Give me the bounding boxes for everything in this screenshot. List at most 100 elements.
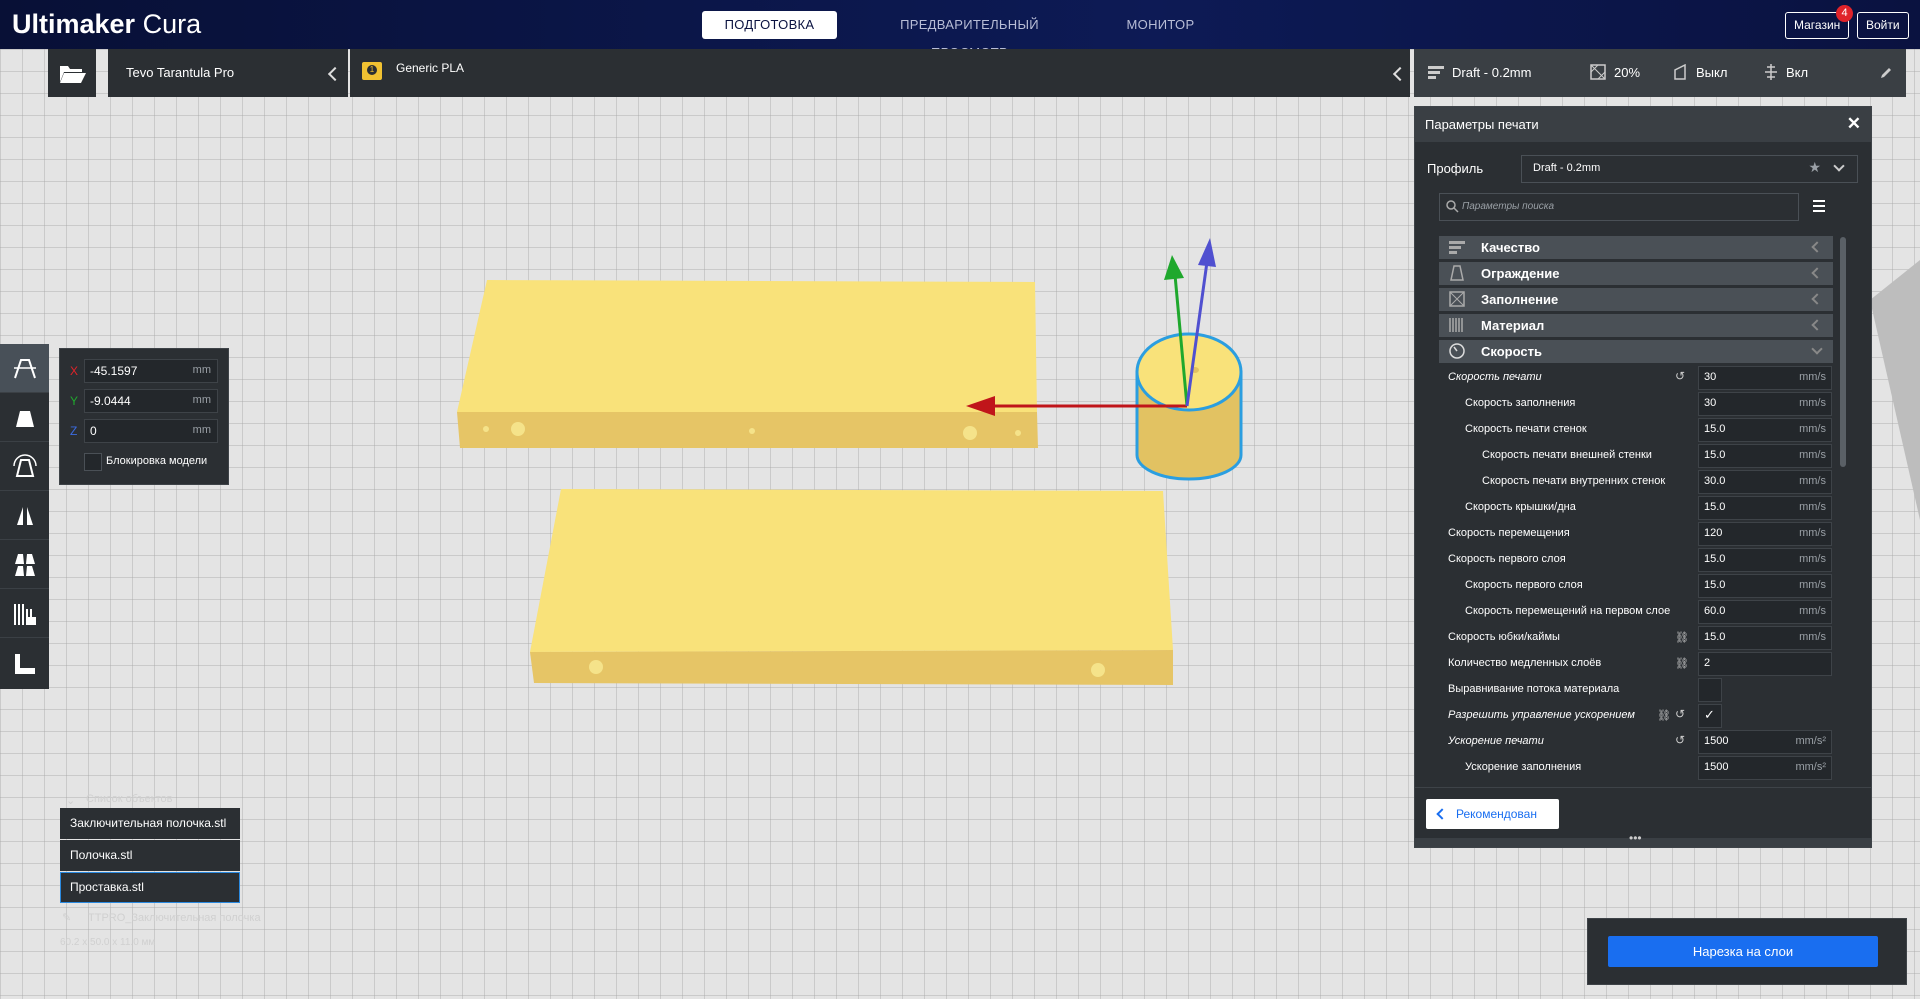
- settings-scrollbar[interactable]: [1840, 237, 1846, 467]
- setting-input[interactable]: 120 mm/s: [1698, 522, 1832, 546]
- chevron-left-icon: [327, 66, 343, 82]
- support-value: Выкл: [1696, 65, 1728, 80]
- object-list-item[interactable]: Проставка.stl: [60, 872, 240, 903]
- setting-input[interactable]: 2: [1698, 652, 1832, 676]
- setting-row: Количество медленных слоёв ⛓ 2: [1439, 652, 1833, 676]
- setting-input[interactable]: 30 mm/s: [1698, 366, 1832, 390]
- printer-selector[interactable]: Tevo Tarantula Pro: [108, 49, 348, 97]
- setting-row: Скорость перемещений на первом слое 60.0…: [1439, 600, 1833, 624]
- check-icon: ✓: [1704, 707, 1715, 722]
- recommended-button[interactable]: Рекомендован: [1426, 799, 1559, 829]
- link-icon: ⛓: [1675, 658, 1689, 670]
- mirror-tool-button[interactable]: [0, 491, 49, 540]
- support-blocker-button[interactable]: [0, 589, 49, 638]
- setting-row: Скорость заполнения 30 mm/s: [1439, 392, 1833, 416]
- pencil-icon[interactable]: ✎: [62, 911, 71, 924]
- extruder-icon: 1: [362, 62, 382, 80]
- setting-row: Скорость первого слоя 15.0 mm/s: [1439, 574, 1833, 598]
- setting-input[interactable]: 30.0 mm/s: [1698, 470, 1832, 494]
- shell-icon: [1450, 265, 1464, 281]
- x-label: X: [70, 364, 79, 378]
- reset-icon[interactable]: ↺: [1675, 369, 1685, 383]
- setting-input[interactable]: 1500 mm/s²: [1698, 730, 1832, 754]
- star-icon[interactable]: ★: [1808, 159, 1821, 176]
- setting-row: Ускорение печати ↺ 1500 mm/s²: [1439, 730, 1833, 754]
- setting-input[interactable]: 15.0 mm/s: [1698, 496, 1832, 520]
- setting-input[interactable]: 30 mm/s: [1698, 392, 1832, 416]
- z-input[interactable]: 0 mm: [84, 419, 218, 443]
- category-shell[interactable]: Ограждение: [1439, 262, 1833, 285]
- panel-resize-handle[interactable]: •••: [1415, 831, 1871, 847]
- print-setup-selector[interactable]: Draft - 0.2mm 20% Выкл Вкл: [1414, 49, 1906, 97]
- category-infill[interactable]: Заполнение: [1439, 288, 1833, 311]
- lock-model-label: Блокировка модели: [106, 455, 208, 467]
- object-list-item[interactable]: Полочка.stl: [60, 840, 240, 871]
- setting-checkbox[interactable]: [1698, 678, 1722, 702]
- setting-row: Скорость первого слоя 15.0 mm/s: [1439, 548, 1833, 572]
- chevron-down-icon: [1811, 343, 1823, 355]
- rotate-icon: [13, 454, 37, 477]
- y-label: Y: [70, 394, 79, 408]
- setting-input[interactable]: 15.0 mm/s: [1698, 418, 1832, 442]
- setting-input[interactable]: 15.0 mm/s: [1698, 548, 1832, 572]
- setting-input[interactable]: 15.0 mm/s: [1698, 626, 1832, 650]
- rotate-tool-button[interactable]: [0, 442, 49, 491]
- settings-search-input[interactable]: Параметры поиска: [1439, 193, 1799, 221]
- setting-row: Разрешить управление ускорением ⛓ ↺ ✓: [1439, 704, 1833, 728]
- layflat-tool-button[interactable]: [0, 638, 49, 686]
- slice-button[interactable]: Нарезка на слои: [1608, 936, 1878, 967]
- job-name[interactable]: TTPRO_Заключительная полочка: [88, 912, 261, 924]
- tab-monitor[interactable]: МОНИТОР: [1118, 11, 1203, 39]
- printer-name: Tevo Tarantula Pro: [126, 65, 235, 80]
- open-file-button[interactable]: [48, 49, 96, 97]
- setting-input[interactable]: 1500 mm/s²: [1698, 756, 1832, 780]
- z-label: Z: [70, 424, 78, 438]
- category-speed[interactable]: Скорость: [1439, 340, 1833, 363]
- material-selector[interactable]: 1 Generic PLA: [350, 49, 1410, 97]
- profile-name: Draft - 0.2mm: [1452, 65, 1532, 80]
- lock-model-checkbox[interactable]: [84, 453, 102, 471]
- search-icon: [1446, 200, 1459, 213]
- setting-checkbox-checked[interactable]: ✓: [1698, 704, 1722, 728]
- setting-row: Скорость печати внешней стенки 15.0 mm/s: [1439, 444, 1833, 468]
- panel-title: Параметры печати: [1425, 117, 1539, 132]
- edit-icon: [1881, 68, 1891, 78]
- object-list-title[interactable]: Список объектов: [86, 793, 173, 805]
- tab-preview[interactable]: ПРЕДВАРИТЕЛЬНЫЙ ПРОСМОТР: [862, 11, 1077, 60]
- y-axis-handle: [1198, 238, 1216, 267]
- model-shelf-bottom[interactable]: [530, 489, 1173, 685]
- close-icon[interactable]: ✕: [1847, 114, 1861, 134]
- chevron-down-icon[interactable]: ⌄: [66, 794, 75, 807]
- folder-open-icon: [60, 66, 86, 83]
- object-list-item[interactable]: Заключительная полочка.stl: [60, 808, 240, 839]
- tool-panel: [0, 344, 49, 689]
- per-model-settings-button[interactable]: [0, 540, 49, 589]
- model-shelf-top[interactable]: [457, 280, 1038, 448]
- move-tool-button[interactable]: [0, 344, 49, 393]
- app-logo: Ultimaker Cura: [12, 9, 202, 39]
- chevron-left-icon: [1811, 293, 1823, 305]
- login-button[interactable]: Войти: [1857, 12, 1909, 39]
- setting-input[interactable]: 15.0 mm/s: [1698, 444, 1832, 468]
- quality-icon: [1449, 241, 1465, 254]
- infill-value: 20%: [1614, 65, 1641, 80]
- mirror-icon: [17, 507, 33, 525]
- support-icon: [1674, 64, 1686, 80]
- profile-dropdown[interactable]: Draft - 0.2mm ★: [1521, 155, 1858, 183]
- reset-icon[interactable]: ↺: [1675, 733, 1685, 747]
- adhesion-value: Вкл: [1786, 65, 1809, 80]
- marketplace-badge: 4: [1836, 5, 1853, 22]
- setting-input[interactable]: 60.0 mm/s: [1698, 600, 1832, 624]
- tab-prepare[interactable]: ПОДГОТОВКА: [702, 11, 837, 39]
- category-material[interactable]: Материал: [1439, 314, 1833, 337]
- scale-tool-button[interactable]: [0, 393, 49, 442]
- y-input[interactable]: -9.0444 mm: [84, 389, 218, 413]
- setting-row: Выравнивание потока материала: [1439, 678, 1833, 702]
- profile-icon: [1428, 66, 1444, 79]
- reset-icon[interactable]: ↺: [1675, 707, 1685, 721]
- category-quality[interactable]: Качество: [1439, 236, 1833, 259]
- x-input[interactable]: -45.1597 mm: [84, 359, 218, 383]
- chevron-left-icon: [1811, 267, 1823, 279]
- setting-input[interactable]: 15.0 mm/s: [1698, 574, 1832, 598]
- settings-menu-icon[interactable]: [1813, 200, 1825, 212]
